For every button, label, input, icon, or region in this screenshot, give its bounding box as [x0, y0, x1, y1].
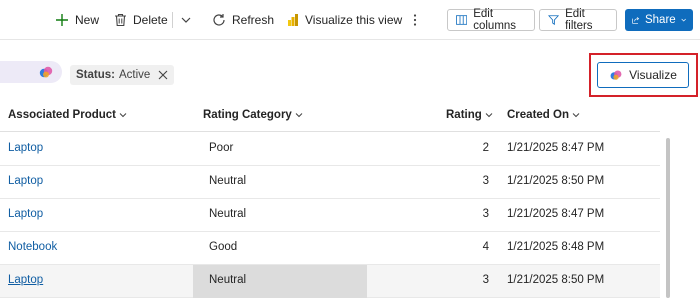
- chevron-down-icon: [119, 113, 127, 118]
- product-link[interactable]: Laptop: [8, 274, 43, 286]
- status-filter-key: Status:: [76, 69, 115, 81]
- product-link[interactable]: Notebook: [8, 241, 57, 253]
- refresh-icon: [213, 14, 225, 26]
- rating-category-cell: Good: [209, 241, 238, 253]
- created-on-cell: 1/21/2025 8:47 PM: [507, 208, 605, 220]
- edit-filters-label: Edit filters: [565, 8, 593, 32]
- delete-button[interactable]: Delete: [114, 8, 168, 32]
- vertical-scrollbar[interactable]: [666, 138, 670, 298]
- copilot-icon: [610, 70, 622, 80]
- new-label: New: [75, 13, 100, 27]
- status-filter-chip[interactable]: Status: Active: [70, 65, 175, 85]
- created-on-cell: 1/21/2025 8:48 PM: [507, 241, 605, 253]
- created-on-cell: 1/21/2025 8:50 PM: [507, 274, 605, 286]
- rating-category-cell: Neutral: [209, 175, 247, 187]
- visualize-label: Visualize: [629, 68, 677, 82]
- rating-category-cell: Poor: [209, 142, 234, 154]
- visualize-button[interactable]: Visualize: [597, 62, 689, 88]
- rating-cell: 3: [482, 208, 489, 220]
- refresh-button[interactable]: Refresh: [212, 8, 274, 32]
- column-header-label: Created On: [507, 109, 569, 121]
- more-vertical-icon: [413, 14, 417, 26]
- table-row[interactable]: Laptop Poor 2 1/21/2025 8:47 PM: [0, 133, 660, 166]
- created-on-cell: 1/21/2025 8:50 PM: [507, 175, 605, 187]
- grid-header: Associated Product Rating Category Ratin…: [0, 100, 660, 132]
- new-button[interactable]: New: [55, 8, 99, 32]
- copilot-icon: [39, 66, 53, 78]
- filter-icon: [548, 15, 560, 26]
- more-options-button[interactable]: [412, 8, 418, 32]
- edit-columns-button[interactable]: Edit columns: [447, 8, 535, 32]
- visualize-view-button[interactable]: Visualize this view: [287, 8, 402, 32]
- visualize-view-label: Visualize this view: [305, 13, 403, 27]
- chevron-down-icon: [181, 17, 191, 23]
- rating-category-cell[interactable]: Neutral: [209, 274, 246, 286]
- edit-filters-button[interactable]: Edit filters: [539, 8, 617, 32]
- chevron-down-icon: [485, 113, 493, 118]
- close-icon[interactable]: [158, 70, 168, 80]
- edit-columns-label: Edit columns: [473, 8, 517, 32]
- rating-cell: 4: [482, 241, 489, 253]
- command-bar: New Delete Refresh Visualize this view E…: [0, 0, 700, 40]
- plus-icon: [56, 14, 68, 26]
- column-header-label: Associated Product: [8, 109, 116, 121]
- status-filter-value: Active: [118, 69, 151, 81]
- table-row[interactable]: Laptop Neutral 3 1/21/2025 8:47 PM: [0, 199, 660, 232]
- delete-label: Delete: [133, 13, 168, 27]
- share-icon: [632, 17, 640, 24]
- power-bi-icon: [288, 14, 298, 26]
- columns-icon: [456, 15, 468, 25]
- rating-category-cell: Neutral: [209, 208, 247, 220]
- rating-cell: 3: [482, 175, 489, 187]
- chevron-down-icon: [295, 113, 303, 118]
- toolbar-divider: [172, 12, 173, 28]
- column-header-rating-category[interactable]: Rating Category: [203, 109, 303, 121]
- column-header-associated-product[interactable]: Associated Product: [8, 109, 127, 121]
- more-commands-chevron[interactable]: [180, 8, 192, 32]
- table-row[interactable]: Laptop Neutral 3 1/21/2025 8:50 PM: [0, 166, 660, 199]
- product-link[interactable]: Laptop: [8, 175, 43, 187]
- share-label: Share: [644, 14, 676, 26]
- chevron-down-icon: [572, 113, 580, 118]
- column-header-label: Rating Category: [203, 109, 292, 121]
- table-row[interactable]: Notebook Good 4 1/21/2025 8:48 PM: [0, 232, 660, 265]
- column-header-created-on[interactable]: Created On: [507, 109, 580, 121]
- product-link[interactable]: Laptop: [8, 142, 43, 154]
- column-header-rating[interactable]: Rating: [446, 109, 493, 121]
- column-header-label: Rating: [446, 109, 482, 121]
- copilot-filter-input[interactable]: [0, 61, 62, 83]
- chevron-down-icon: [681, 18, 686, 22]
- created-on-cell: 1/21/2025 8:47 PM: [507, 142, 605, 154]
- trash-icon: [115, 13, 126, 27]
- rating-cell: 2: [482, 142, 489, 154]
- table-row[interactable]: Laptop Neutral 3 1/21/2025 8:50 PM: [0, 265, 660, 298]
- product-link[interactable]: Laptop: [8, 208, 43, 220]
- share-button[interactable]: Share: [625, 9, 693, 31]
- rating-cell: 3: [482, 274, 489, 286]
- refresh-label: Refresh: [232, 13, 275, 27]
